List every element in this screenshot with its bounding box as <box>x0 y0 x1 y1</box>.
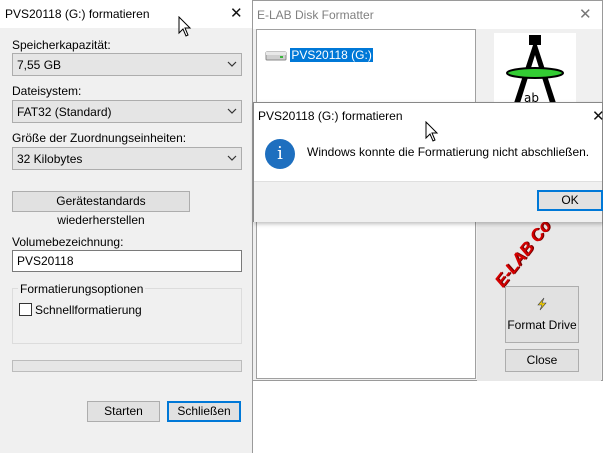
close-icon[interactable]: ✕ <box>230 6 243 21</box>
restore-defaults-button[interactable]: Gerätestandards wiederherstellen <box>12 191 190 227</box>
allocation-select[interactable]: 32 Kilobytes <box>12 147 242 170</box>
window-title: PVS20118 (G:) formatieren <box>5 7 150 21</box>
message-box-footer: OK <box>254 181 603 222</box>
ok-button[interactable]: OK <box>537 190 603 211</box>
capacity-value: 7,55 GB <box>17 58 62 72</box>
lightning-icon <box>537 297 547 311</box>
close-button[interactable]: Schließen <box>167 401 241 422</box>
elab-logo: ab <box>494 33 576 105</box>
close-icon[interactable]: ✕ <box>592 109 603 124</box>
message-box-title: PVS20118 (G:) formatieren <box>258 109 403 123</box>
format-progress-bar <box>12 360 242 372</box>
chevron-down-icon <box>227 108 237 114</box>
message-text: Windows konnte die Formatierung nicht ab… <box>307 145 590 159</box>
elab-title-bar: E-LAB Disk Formatter ✕ <box>253 1 602 29</box>
capacity-select[interactable]: 7,55 GB <box>12 53 242 76</box>
filesystem-value: FAT32 (Standard) <box>17 105 112 119</box>
chevron-down-icon <box>227 155 237 161</box>
elab-brand-text: E-LAB Co <box>491 216 555 291</box>
volume-label-value: PVS20118 <box>17 254 74 268</box>
allocation-value: 32 Kilobytes <box>17 152 83 166</box>
quick-format-label[interactable]: Schnellformatierung <box>35 303 142 317</box>
capacity-label: Speicherkapazität: <box>12 38 111 52</box>
quick-format-checkbox[interactable] <box>19 303 32 316</box>
info-icon: i <box>265 139 295 169</box>
start-button[interactable]: Starten <box>87 401 160 422</box>
allocation-label: Größe der Zuordnungseinheiten: <box>12 131 187 145</box>
mouse-cursor-icon <box>178 16 192 37</box>
format-dialog: PVS20118 (G:) formatieren ✕ Speicherkapa… <box>0 0 253 453</box>
message-box: PVS20118 (G:) formatieren ✕ i Windows ko… <box>253 102 603 222</box>
elab-window-title: E-LAB Disk Formatter <box>257 8 374 22</box>
drive-item-label: PVS20118 (G:) <box>289 47 374 63</box>
format-drive-button[interactable]: Format Drive <box>505 286 579 343</box>
format-options-label: Formatierungsoptionen <box>18 282 146 296</box>
filesystem-select[interactable]: FAT32 (Standard) <box>12 100 242 123</box>
volume-label-input[interactable]: PVS20118 <box>12 250 242 272</box>
close-icon[interactable]: ✕ <box>579 7 592 22</box>
mouse-cursor-icon <box>425 121 439 142</box>
format-drive-label: Format Drive <box>507 318 577 332</box>
title-bar: PVS20118 (G:) formatieren ✕ <box>0 0 252 28</box>
drive-icon <box>265 51 287 61</box>
volume-label-caption: Volumebezeichnung: <box>12 235 124 249</box>
filesystem-label: Dateisystem: <box>12 84 82 98</box>
elab-close-button[interactable]: Close <box>505 349 579 372</box>
chevron-down-icon <box>227 61 237 67</box>
